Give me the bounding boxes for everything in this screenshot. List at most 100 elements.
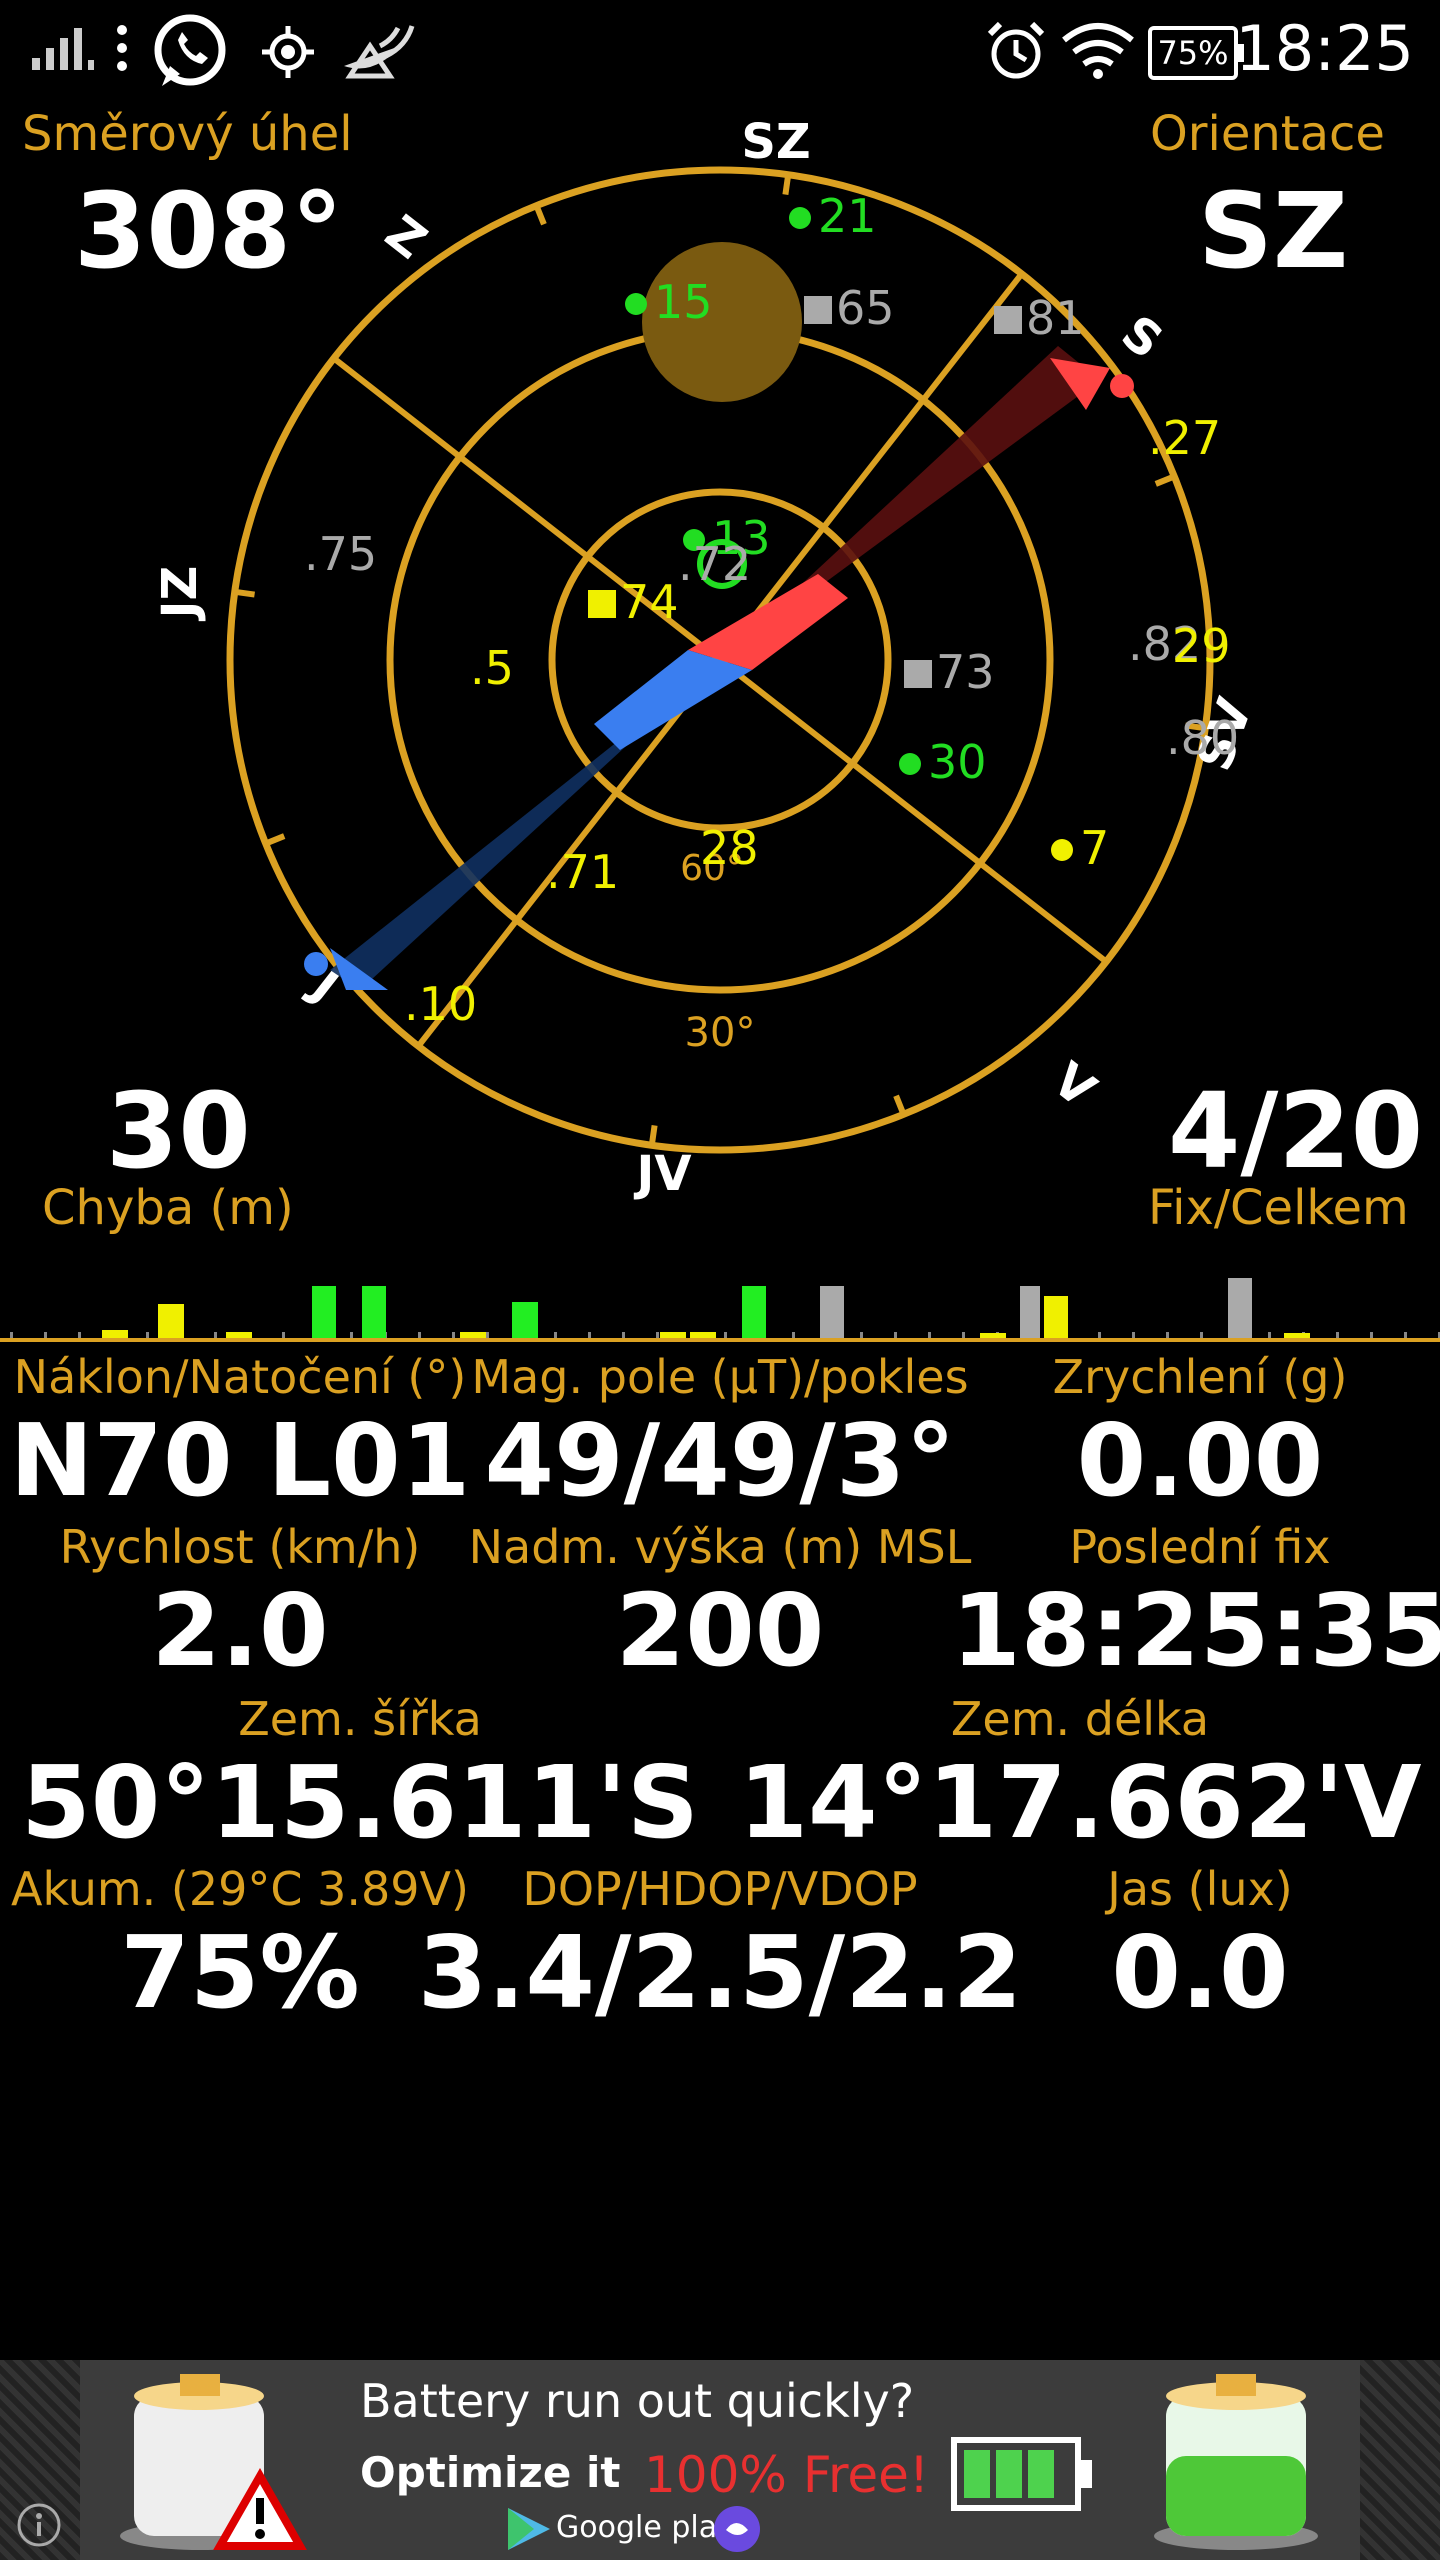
full-battery-icon bbox=[1154, 2374, 1318, 2550]
satellite-label: .71 bbox=[546, 845, 619, 899]
mag-field-label: Mag. pole (µT)/pokles bbox=[471, 1350, 969, 1404]
signal-bar bbox=[158, 1304, 184, 1338]
satellite-label: 29 bbox=[1172, 619, 1231, 673]
fix-label: Fix/Celkem bbox=[1148, 1180, 1409, 1236]
brightness-value: 0.0 bbox=[1111, 1914, 1289, 2031]
satellite-marker bbox=[994, 306, 1022, 334]
signal-strength-bars bbox=[10, 1278, 1440, 1342]
ad-headline: Battery run out quickly? bbox=[360, 2374, 915, 2428]
more-dots-icon bbox=[117, 25, 127, 71]
signal-bar bbox=[1044, 1296, 1068, 1338]
speed-value: 2.0 bbox=[151, 1572, 329, 1689]
latitude-label: Zem. šířka bbox=[238, 1692, 482, 1746]
acceleration-value: 0.00 bbox=[1076, 1402, 1324, 1519]
compass-label-7: Z bbox=[375, 205, 437, 271]
battery-stats-label: Akum. (29°C 3.89V) bbox=[11, 1862, 469, 1916]
signal-bar bbox=[102, 1330, 128, 1338]
signal-bar bbox=[512, 1302, 538, 1338]
altitude-value: 200 bbox=[615, 1572, 825, 1689]
tilt-label: Náklon/Natočení (°) bbox=[13, 1350, 467, 1404]
empty-battery-icon bbox=[120, 2374, 307, 2550]
satellite-marker bbox=[804, 296, 832, 324]
satellite-label: 81 bbox=[1026, 291, 1085, 345]
satellite-dish-icon bbox=[344, 25, 415, 79]
error-value: 30 bbox=[106, 1070, 251, 1192]
satellite-label: 74 bbox=[620, 575, 679, 629]
signal-bar bbox=[312, 1286, 336, 1338]
needle-red-dot bbox=[1110, 374, 1134, 398]
satellite-marker bbox=[588, 590, 616, 618]
battery-stats-value: 75% bbox=[120, 1914, 360, 2031]
signal-bar bbox=[820, 1286, 844, 1338]
acceleration-label: Zrychlení (g) bbox=[1052, 1350, 1348, 1404]
ring-label-30: 30° bbox=[685, 1010, 756, 1056]
ring-tick bbox=[893, 1094, 907, 1116]
ring-tick bbox=[648, 1125, 658, 1146]
needle-blue-dot bbox=[304, 952, 328, 976]
error-label: Chyba (m) bbox=[42, 1180, 294, 1236]
satellite-label: 65 bbox=[836, 281, 895, 335]
latitude-value: 50°15.611'S bbox=[21, 1744, 699, 1861]
satellite-label: .75 bbox=[304, 527, 377, 581]
whatsapp-icon bbox=[154, 14, 226, 86]
satellite-label: .80 bbox=[1166, 711, 1239, 765]
satellite-label: 15 bbox=[654, 275, 713, 329]
satellite-label: 7 bbox=[1080, 821, 1109, 875]
signal-icon bbox=[32, 28, 94, 70]
ring-tick bbox=[1154, 473, 1176, 487]
gps-icon bbox=[262, 26, 314, 78]
wifi-icon bbox=[1062, 23, 1134, 79]
ad-border-right bbox=[1360, 2360, 1440, 2560]
info-icon[interactable] bbox=[14, 2500, 64, 2550]
alarm-icon bbox=[987, 21, 1045, 79]
satellite-marker bbox=[899, 753, 921, 775]
status-bar: 75% 18:25 bbox=[0, 0, 1440, 110]
app-logo-icon bbox=[714, 2506, 760, 2552]
ad-subtitle: Optimize it bbox=[360, 2448, 621, 2497]
longitude-value: 14°17.662'V bbox=[738, 1744, 1422, 1861]
google-play-label: Google play bbox=[556, 2510, 735, 2545]
signal-bar bbox=[1020, 1286, 1040, 1338]
dop-value: 3.4/2.5/2.2 bbox=[417, 1914, 1023, 2031]
satellite-label: 73 bbox=[936, 645, 995, 699]
needle-blue bbox=[594, 650, 752, 750]
google-play-icon bbox=[508, 2508, 550, 2550]
ad-free-label: 100% Free! bbox=[644, 2446, 929, 2504]
satellite-marker bbox=[625, 293, 647, 315]
compass-label-0: SZ bbox=[741, 114, 810, 170]
ring-tick bbox=[264, 833, 286, 847]
fix-value: 4/20 bbox=[1168, 1070, 1424, 1192]
last-fix-label: Poslední fix bbox=[1069, 1520, 1331, 1574]
satellite-marker bbox=[904, 660, 932, 688]
compass-label-4: JV bbox=[633, 1146, 691, 1202]
clock: 18:25 bbox=[1235, 12, 1414, 85]
satellite-marker bbox=[1051, 839, 1073, 861]
satellite-label: 30 bbox=[928, 735, 987, 789]
mag-field-value: 49/49/3° bbox=[484, 1402, 956, 1519]
divider bbox=[0, 1338, 1440, 1342]
satellite-label: .10 bbox=[404, 977, 477, 1031]
compass-label-6: JZ bbox=[152, 566, 208, 622]
last-fix-value: 18:25:35 bbox=[951, 1572, 1440, 1689]
satellite-label: .72 bbox=[678, 537, 751, 591]
signal-bar bbox=[742, 1286, 766, 1338]
satellite-label: .5 bbox=[470, 641, 514, 695]
ring-tick bbox=[782, 174, 792, 195]
satellite-marker bbox=[789, 207, 811, 229]
satellite-label: .27 bbox=[1148, 411, 1221, 465]
ring-tick bbox=[234, 588, 255, 598]
satellite-label: 28 bbox=[700, 821, 759, 875]
speed-label: Rychlost (km/h) bbox=[59, 1520, 421, 1574]
longitude-label: Zem. délka bbox=[950, 1692, 1210, 1746]
ring-tick bbox=[533, 204, 547, 226]
signal-bar bbox=[362, 1286, 386, 1338]
battery-level-icon bbox=[951, 2437, 1092, 2511]
brightness-label: Jas (lux) bbox=[1107, 1862, 1293, 1916]
compass-label-1: S bbox=[1111, 305, 1173, 370]
battery-icon: 75% bbox=[1148, 26, 1244, 80]
dop-label: DOP/HDOP/VDOP bbox=[522, 1862, 918, 1916]
compass-label-3: V bbox=[1042, 1052, 1106, 1119]
signal-bar bbox=[1228, 1278, 1252, 1338]
tilt-value: N70 L01 bbox=[9, 1402, 471, 1519]
altitude-label: Nadm. výška (m) MSL bbox=[468, 1520, 972, 1574]
